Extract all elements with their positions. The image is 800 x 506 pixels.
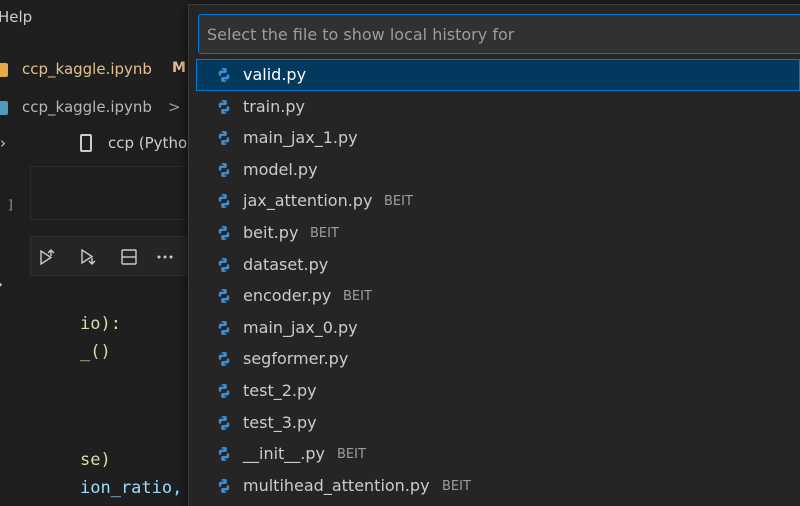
python-file-icon <box>216 99 232 115</box>
kernel-picker[interactable]: ccp (Pytho <box>108 134 187 152</box>
file-name: beit.py <box>243 222 299 242</box>
code-line: se) <box>80 450 111 470</box>
python-file-icon <box>216 225 232 241</box>
file-name: model.py <box>243 159 318 179</box>
file-list-item[interactable]: encoder.py BEIT <box>196 280 800 312</box>
file-list-item[interactable]: test_3.py <box>196 407 800 439</box>
file-folder-description: BEIT <box>384 194 413 210</box>
breadcrumb-separator: > <box>168 98 181 116</box>
file-list-item[interactable]: valid.py <box>196 59 800 91</box>
python-file-icon <box>216 257 232 273</box>
file-list-item[interactable]: __init__.py BEIT <box>196 438 800 470</box>
file-list-item[interactable]: dataset.py <box>196 249 800 281</box>
modified-badge: M <box>172 60 186 76</box>
file-name: train.py <box>243 96 305 116</box>
run-below-icon[interactable] <box>77 246 99 268</box>
file-list-item[interactable]: main_jax_1.py <box>196 122 800 154</box>
tab-ccp-kaggle[interactable]: ccp_kaggle.ipynb M <box>0 52 200 88</box>
file-list-item[interactable]: segformer.py <box>196 343 800 375</box>
python-file-icon <box>216 288 232 304</box>
more-actions-icon[interactable] <box>154 246 176 268</box>
chevron-right-icon: › <box>0 134 6 152</box>
chevron-right-icon[interactable]: › <box>0 274 3 295</box>
run-above-icon[interactable] <box>36 246 58 268</box>
cell-execution-count: ] <box>8 198 13 212</box>
file-name: multihead_attention.py <box>243 475 430 495</box>
python-file-icon <box>216 351 232 367</box>
file-folder-description: BEIT <box>343 289 372 305</box>
breadcrumb: ccp_kaggle.ipynb > <box>0 92 200 122</box>
code-line: io): <box>80 314 121 334</box>
file-name: main_jax_1.py <box>243 128 358 148</box>
breadcrumb-file[interactable]: ccp_kaggle.ipynb <box>22 98 152 116</box>
file-name: dataset.py <box>243 254 329 274</box>
menu-help[interactable]: Help <box>0 8 32 26</box>
file-name: test_2.py <box>243 380 317 400</box>
python-file-icon <box>216 320 232 336</box>
python-file-icon <box>216 67 232 83</box>
split-cell-icon[interactable] <box>118 246 140 268</box>
cell-output <box>30 166 200 220</box>
editor-tab-bar: ccp_kaggle.ipynb M <box>0 52 200 88</box>
code-line: ion_ratio, <box>80 478 183 498</box>
python-file-icon <box>216 130 232 146</box>
python-file-icon <box>216 162 232 178</box>
notebook-icon <box>0 63 8 77</box>
notebook-icon <box>0 101 8 115</box>
file-name: __init__.py <box>243 444 326 464</box>
file-name: encoder.py <box>243 286 332 306</box>
file-list: valid.py train.py main_jax_1.py model.py jax… <box>196 59 800 501</box>
file-name: main_jax_0.py <box>243 317 358 337</box>
python-file-icon <box>216 193 232 209</box>
file-list-item[interactable]: jax_attention.py BEIT <box>196 185 800 217</box>
file-list-item[interactable]: train.py <box>196 91 800 123</box>
file-list-item[interactable]: beit.py BEIT <box>196 217 800 249</box>
python-file-icon <box>216 478 232 494</box>
server-icon <box>80 134 92 152</box>
file-list-item[interactable]: test_2.py <box>196 375 800 407</box>
python-file-icon <box>216 383 232 399</box>
file-list-item[interactable]: multihead_attention.py BEIT <box>196 470 800 502</box>
file-folder-description: BEIT <box>310 225 339 241</box>
file-folder-description: BEIT <box>442 478 471 494</box>
python-file-icon <box>216 446 232 462</box>
file-list-item[interactable]: main_jax_0.py <box>196 312 800 344</box>
file-list-item[interactable]: model.py <box>196 154 800 186</box>
file-name: test_3.py <box>243 412 317 432</box>
code-line: _() <box>80 342 111 362</box>
python-file-icon <box>216 415 232 431</box>
file-name: segformer.py <box>243 349 349 369</box>
code-cell[interactable]: io): _() se) ion_ratio, <box>40 290 200 506</box>
tab-label: ccp_kaggle.ipynb <box>22 60 152 78</box>
file-name: valid.py <box>243 65 307 84</box>
file-name: jax_attention.py <box>243 191 373 211</box>
local-history-search-input[interactable] <box>198 14 800 54</box>
file-folder-description: BEIT <box>337 447 366 463</box>
